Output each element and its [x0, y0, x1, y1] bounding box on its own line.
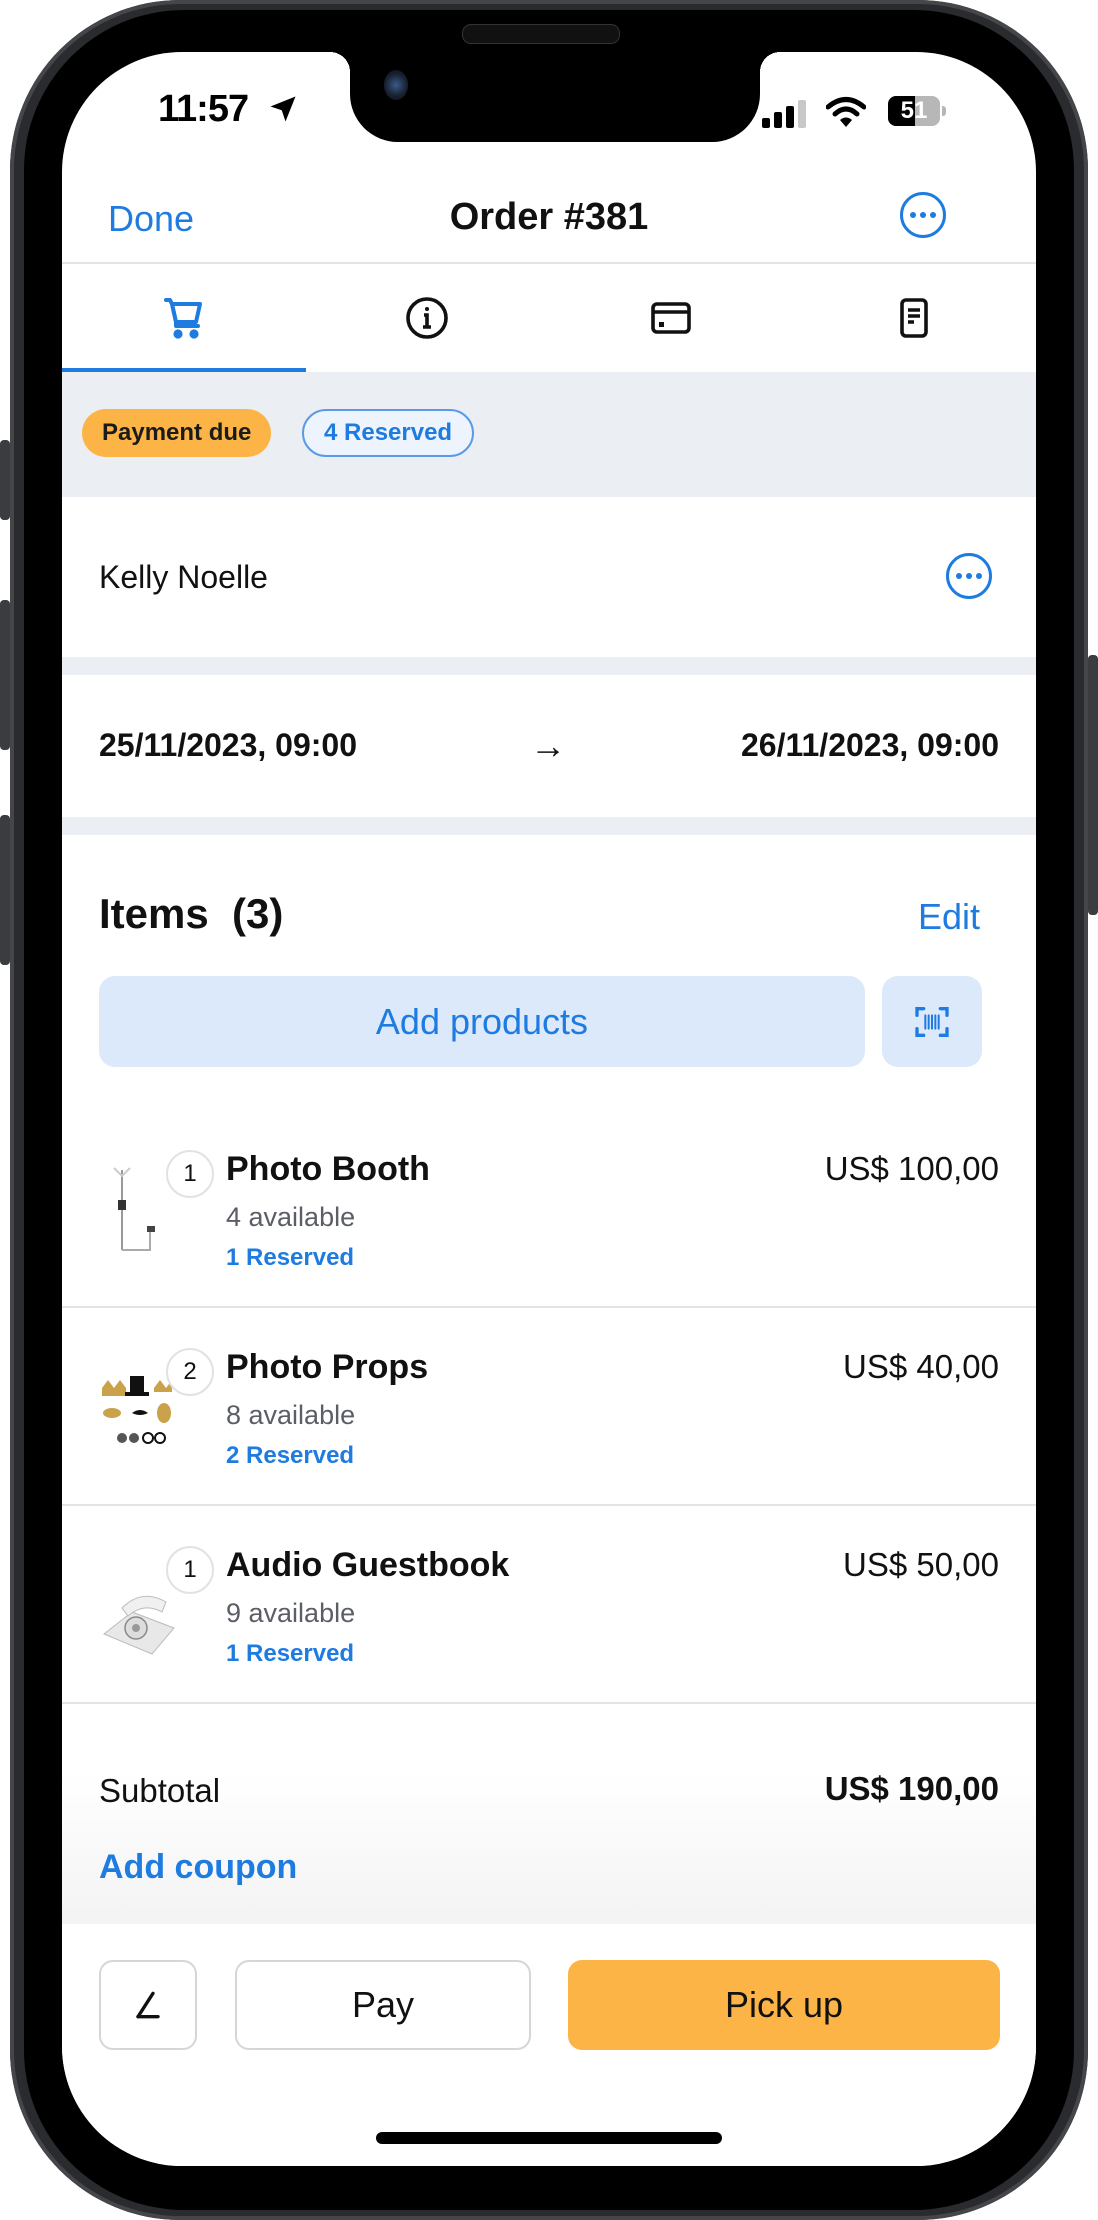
item-reserved: 1 Reserved: [226, 1640, 355, 1667]
order-item-row[interactable]: 1 Audio Guestbook 9 available 1 Reserved…: [62, 1506, 1036, 1704]
credit-card-icon: [650, 302, 691, 334]
customer-more-button[interactable]: [946, 553, 992, 599]
cellular-signal-icon: [762, 100, 806, 128]
signature-icon: [136, 1991, 160, 2019]
item-name: Photo Props: [226, 1348, 429, 1386]
navigation-bar: Done Order #381: [62, 182, 1036, 262]
order-summary: Subtotal US$ 190,00 Add coupon: [62, 1708, 1036, 1928]
volume-down-button: [0, 815, 10, 965]
item-availability: 4 available: [226, 1202, 356, 1232]
wifi-icon: [826, 97, 866, 127]
power-button: [1088, 655, 1098, 915]
item-reserved: 2 Reserved: [226, 1442, 355, 1469]
order-item-row[interactable]: 1 Photo Booth 4 available 1 Reserved US$…: [62, 1110, 1036, 1308]
tab-bar: [62, 264, 1036, 372]
tab-items[interactable]: [62, 264, 306, 372]
reserved-badge[interactable]: 4 Reserved: [302, 409, 475, 457]
scan-barcode-button[interactable]: [882, 976, 982, 1067]
item-price: US$ 100,00: [824, 1150, 999, 1187]
items-heading: Items (3): [99, 890, 284, 937]
status-time: 11:57: [158, 88, 249, 130]
ellipsis-circle-icon: [956, 573, 962, 579]
item-price: US$ 40,00: [843, 1348, 999, 1385]
ellipsis-circle-icon: [910, 212, 916, 218]
volume-up-button: [0, 600, 10, 750]
quantity-badge: 2: [166, 1348, 214, 1396]
item-name: Photo Booth: [226, 1150, 430, 1188]
order-item-row[interactable]: 2 Photo Props 8 available 2 Reserved US$…: [62, 1308, 1036, 1506]
quantity-badge: 1: [166, 1150, 214, 1198]
start-date: 25/11/2023, 09:00: [99, 727, 358, 763]
add-coupon-link[interactable]: Add coupon: [99, 1848, 297, 1887]
tab-documents[interactable]: [793, 264, 1037, 372]
section-divider: [62, 817, 1036, 835]
action-bar: Pay Pick up: [62, 1924, 1036, 2166]
page-title: Order #381: [449, 196, 649, 238]
pay-button[interactable]: Pay: [235, 1960, 531, 2050]
action-button: [0, 440, 10, 520]
section-divider: [62, 657, 1036, 675]
signature-button[interactable]: [99, 1960, 197, 2050]
info-icon: [406, 297, 449, 339]
customer-row[interactable]: Kelly Noelle: [62, 497, 1036, 657]
item-availability: 8 available: [226, 1400, 356, 1430]
end-date: 26/11/2023, 09:00: [740, 727, 999, 763]
customer-name: Kelly Noelle: [99, 559, 268, 595]
item-name: Audio Guestbook: [226, 1546, 510, 1584]
front-camera: [384, 70, 408, 100]
quantity-badge: 1: [166, 1546, 214, 1594]
subtotal-label: Subtotal: [99, 1772, 221, 1809]
cart-icon: [163, 298, 202, 339]
barcode-scan-icon: [915, 1006, 949, 1037]
earpiece-speaker: [462, 24, 620, 44]
battery-level: 51: [900, 97, 928, 124]
payment-status-badge: Payment due: [82, 409, 272, 457]
arrow-right-icon: →: [530, 725, 566, 766]
add-products-button[interactable]: Add products: [99, 976, 865, 1067]
rental-period-row[interactable]: 25/11/2023, 09:00 → 26/11/2023, 09:00: [62, 675, 1036, 817]
tab-payments[interactable]: [549, 264, 793, 372]
app-screen: 11:57 51 Done Order #381 Payment due 4 R…: [62, 52, 1036, 2166]
dynamic-island-notch: [330, 52, 780, 142]
tab-info[interactable]: [306, 264, 550, 372]
location-arrow-icon: [270, 96, 296, 122]
document-icon: [900, 298, 929, 338]
pick-up-button[interactable]: Pick up: [568, 1960, 1000, 2050]
order-more-button[interactable]: [900, 192, 946, 238]
home-indicator[interactable]: [376, 2132, 722, 2144]
item-availability: 9 available: [226, 1598, 356, 1628]
edit-items-button[interactable]: Edit: [918, 896, 980, 938]
item-reserved: 1 Reserved: [226, 1244, 355, 1271]
status-badges: Payment due 4 Reserved: [62, 372, 1036, 497]
item-price: US$ 50,00: [843, 1546, 999, 1583]
battery-icon: 51: [888, 96, 948, 128]
subtotal-value: US$ 190,00: [824, 1770, 999, 1807]
